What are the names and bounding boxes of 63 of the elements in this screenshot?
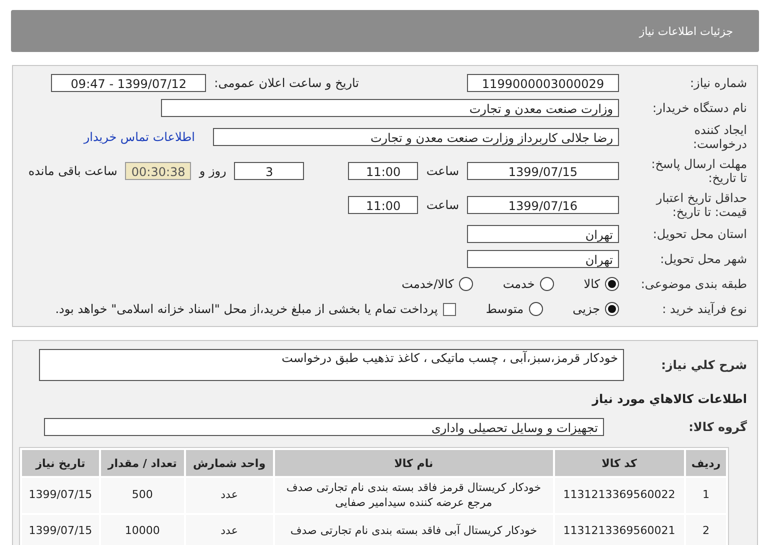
page-title: جزئیات اطلاعات نیاز <box>639 24 733 38</box>
field-label: ساعت باقی مانده <box>28 164 118 178</box>
column-header: تعداد / مقدار <box>100 450 184 476</box>
field-label: شرح کلي نياز: <box>660 358 747 373</box>
field-label: شماره نیاز: <box>689 76 747 90</box>
radio-button[interactable] <box>458 277 473 292</box>
table-cell: 1 <box>686 478 726 513</box>
checkbox[interactable] <box>442 302 456 316</box>
field-label: حداقل تاریخ اعتبار قیمت: تا تاریخ: <box>654 190 747 220</box>
days-field: 3 <box>234 162 304 180</box>
field-label: ایجاد کننده درخواست: <box>692 123 747 152</box>
table-cell: عدد <box>186 514 273 545</box>
table-cell: خودکار کریستال آبی فاقد بسته بندی نام تجارتی صدف <box>274 514 553 545</box>
buyer-contact-link[interactable]: اطلاعات تماس خریدار <box>84 130 195 144</box>
announce-date-field: 1399/07/12 - 09:47 <box>51 74 206 92</box>
field-label: تاریخ و ساعت اعلان عمومی: <box>214 76 359 90</box>
option-label: خدمت <box>502 277 535 292</box>
field-label: ساعت <box>426 164 459 178</box>
table-cell: 1399/07/15 <box>22 478 99 513</box>
section-title: اطلاعات کالاهاي مورد نياز <box>592 392 747 406</box>
deadline-time-field: 11:00 <box>348 162 418 180</box>
column-header: ردیف <box>686 450 726 476</box>
radio-button[interactable] <box>605 277 619 292</box>
table-cell: 1131213369560022 <box>554 478 684 513</box>
field-label: روز و <box>199 164 226 178</box>
field-label: مهلت ارسال پاسخ: تا تاریخ: <box>650 156 747 186</box>
column-header: تاریخ نیاز <box>22 450 99 476</box>
field-label: ساعت <box>426 198 459 212</box>
table-cell: 2 <box>686 514 726 545</box>
province-field: تهران <box>467 225 619 244</box>
radio-button[interactable] <box>540 277 554 292</box>
table-cell: 1131213369560021 <box>554 514 684 545</box>
column-header: کد کالا <box>554 450 684 476</box>
option-label: کالا/خدمت <box>402 277 454 292</box>
option-label: متوسط <box>486 302 524 316</box>
table-cell: خودکار کریستال قرمز فاقد بسته بندی نام تجارتی صدف مرجع عرضه کننده سیدامیر صفایی <box>274 478 553 513</box>
table-cell: 1399/07/15 <box>22 514 99 545</box>
description-field: خودکار قرمز،سبز،آبی ، چسب ماتیکی ، کاغذ تذهیب طبق درخواست <box>39 349 624 382</box>
deadline-date-field: 1399/07/15 <box>467 162 619 180</box>
option-label: کالا <box>584 277 600 292</box>
column-header: نام کالا <box>274 450 553 476</box>
validity-time-field: 11:00 <box>348 196 418 214</box>
validity-date-field: 1399/07/16 <box>467 196 619 214</box>
requester-field: رضا جلالی کاربرداز وزارت صنعت معدن و تجارت <box>213 128 619 146</box>
radio-button[interactable] <box>528 302 543 316</box>
field-label: شهر محل تحویل: <box>659 252 747 267</box>
field-label: نوع فرآیند خرید : <box>661 302 747 317</box>
table-cell: 500 <box>100 478 184 513</box>
option-label: جزیی <box>572 302 600 316</box>
radio-button[interactable] <box>605 302 619 316</box>
column-header: واحد شمارش <box>186 450 273 476</box>
field-label: استان محل تحویل: <box>652 227 747 242</box>
city-field: تهران <box>467 250 619 268</box>
option-label: پرداخت تمام یا بخشی از مبلغ خرید،از محل "اسناد خزانه اسلامی" خواهد بود. <box>55 302 438 316</box>
field-label: نام دستگاه خریدار: <box>652 100 747 116</box>
field-label: گروه کالا: <box>688 420 747 435</box>
field-label: طبقه بندی موضوعی: <box>640 277 747 292</box>
table-cell: عدد <box>186 478 273 513</box>
need-number-field: 1199000003000029 <box>467 74 619 92</box>
remaining-time-field: 00:30:38 <box>125 162 192 180</box>
goods-group-field: تجهیزات و وسایل تحصیلی واداری <box>44 418 604 436</box>
table-cell: 10000 <box>100 514 184 545</box>
buyer-field: وزارت صنعت معدن و تجارت <box>161 99 619 117</box>
